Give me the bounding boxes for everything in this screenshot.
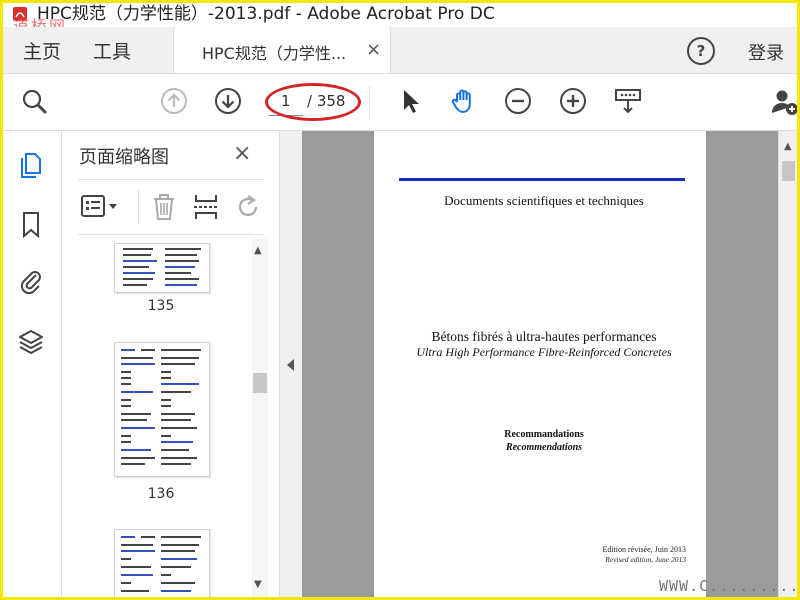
doc-series-title: Documents scientifiques et techniques bbox=[444, 193, 644, 208]
left-nav-rail bbox=[3, 131, 62, 597]
doc-subtitle-fr: Recommandations bbox=[504, 429, 584, 440]
toolbar-divider bbox=[369, 86, 370, 118]
arrow-down-icon[interactable] bbox=[213, 86, 243, 116]
document-viewer[interactable]: Documents scientifiques et techniques Bé… bbox=[302, 131, 778, 597]
tab-home[interactable]: 主页 bbox=[23, 37, 61, 64]
attachment-icon[interactable] bbox=[17, 267, 45, 295]
hand-tool-icon[interactable] bbox=[449, 86, 479, 116]
scroll-down-icon[interactable]: ▼ bbox=[254, 579, 262, 590]
page-thumbnails-panel: 页面缩略图 × 135 136 ▲ ▼ bbox=[62, 131, 279, 597]
doc-title-fr: Bétons fibrés à ultra-hautes performance… bbox=[431, 329, 657, 344]
panel-title: 页面缩略图 bbox=[79, 147, 169, 168]
page-number-field[interactable]: 1 / 358 bbox=[265, 83, 367, 121]
panel-splitter[interactable] bbox=[279, 131, 302, 597]
scroll-mode-icon[interactable] bbox=[613, 86, 643, 116]
tab-document[interactable]: HPC规范（力学性... × bbox=[173, 27, 391, 73]
highlight-oval bbox=[265, 83, 361, 121]
scroll-up-icon[interactable]: ▲ bbox=[784, 141, 792, 152]
scroll-up-icon[interactable]: ▲ bbox=[254, 245, 262, 256]
app-window: HPC规范（力学性能）-2013.pdf - Adobe Acrobat Pro… bbox=[0, 0, 800, 600]
pages-icon[interactable] bbox=[17, 151, 45, 179]
tab-bar: 主页 工具 HPC规范（力学性... × ? 登录 bbox=[3, 27, 797, 74]
page-thumbnail[interactable] bbox=[114, 342, 210, 477]
thumbnail-page-number: 136 bbox=[147, 486, 175, 502]
thumbnail-scroll-thumb[interactable] bbox=[253, 373, 267, 393]
doc-subtitle-en: Recommendations bbox=[505, 442, 583, 453]
layers-icon[interactable] bbox=[17, 327, 45, 355]
edition-fr: Edition révisée, Juin 2013 bbox=[602, 545, 686, 554]
page-thumbnail[interactable] bbox=[114, 243, 210, 293]
title-bar: HPC规范（力学性能）-2013.pdf - Adobe Acrobat Pro… bbox=[3, 3, 797, 36]
close-panel-button[interactable]: × bbox=[233, 141, 251, 166]
tab-tools[interactable]: 工具 bbox=[93, 37, 131, 64]
help-icon[interactable]: ? bbox=[687, 37, 715, 65]
trash-icon[interactable] bbox=[150, 192, 178, 222]
select-cursor-icon[interactable] bbox=[395, 86, 425, 116]
doc-title-en: Ultra High Performance Fibre-Reinforced … bbox=[416, 345, 672, 359]
document-scroll-thumb[interactable] bbox=[782, 161, 795, 181]
main-toolbar: 1 / 358 bbox=[3, 74, 797, 131]
bookmark-icon[interactable] bbox=[17, 210, 45, 238]
document-scrollbar[interactable]: ▲ bbox=[778, 131, 797, 597]
thumbnail-page-number: 135 bbox=[147, 298, 175, 314]
edition-en: Revised edition, June 2013 bbox=[605, 555, 686, 564]
insert-page-icon[interactable] bbox=[192, 192, 220, 222]
site-watermark: WWW.C..........M bbox=[659, 577, 800, 595]
thumbnail-options-icon[interactable] bbox=[80, 194, 120, 220]
zoom-in-icon[interactable] bbox=[558, 86, 588, 116]
close-tab-button[interactable]: × bbox=[366, 39, 381, 60]
share-user-icon[interactable] bbox=[769, 86, 799, 116]
collapse-panel-icon[interactable] bbox=[287, 359, 294, 371]
toolrow-divider bbox=[138, 190, 139, 224]
thumbnail-scrollbar[interactable]: ▲ ▼ bbox=[252, 239, 268, 597]
header-rule bbox=[399, 178, 685, 181]
page-thumbnail[interactable] bbox=[114, 529, 210, 597]
document-tab-label: HPC规范（力学性... bbox=[202, 44, 347, 63]
zoom-out-icon[interactable] bbox=[503, 86, 533, 116]
login-button[interactable]: 登录 bbox=[748, 39, 784, 65]
thumbnail-toolbar bbox=[78, 179, 264, 235]
arrow-up-icon[interactable] bbox=[159, 86, 189, 116]
rotate-icon[interactable] bbox=[234, 192, 262, 222]
window-title: HPC规范（力学性能）-2013.pdf - Adobe Acrobat Pro… bbox=[37, 4, 495, 24]
pdf-page: Documents scientifiques et techniques Bé… bbox=[374, 131, 706, 597]
search-icon[interactable] bbox=[19, 86, 49, 116]
